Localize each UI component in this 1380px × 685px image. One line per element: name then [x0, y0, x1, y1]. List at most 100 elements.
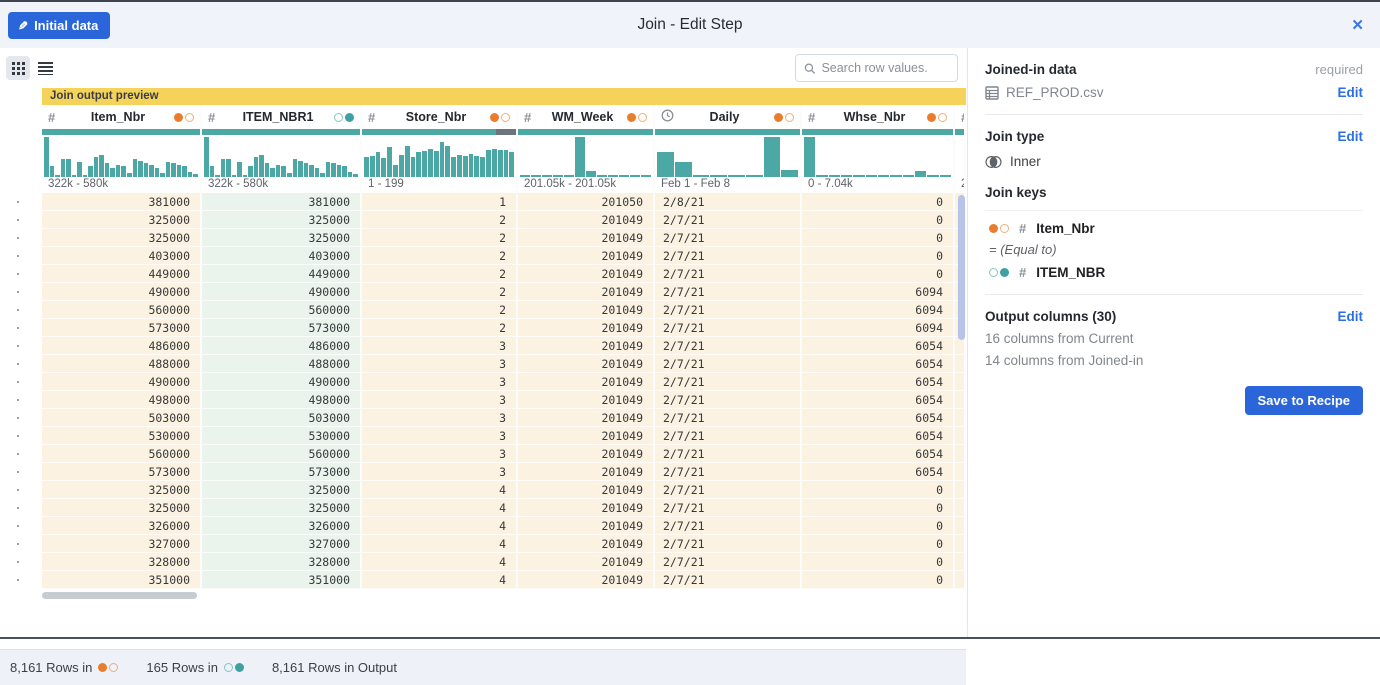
histogram-bar[interactable] — [728, 175, 745, 177]
histogram-bar[interactable] — [498, 150, 503, 177]
histogram-bar[interactable] — [422, 151, 427, 177]
histogram-bar[interactable] — [492, 149, 497, 177]
histogram-bar[interactable] — [88, 166, 93, 177]
column-header[interactable]: #Store_Nbr — [362, 105, 516, 129]
histogram-bar[interactable] — [226, 159, 231, 177]
histogram-bar[interactable] — [428, 149, 433, 177]
column-header[interactable]: #Item_Nbr — [42, 105, 200, 129]
histogram-bar[interactable] — [177, 165, 182, 177]
edit-joined-in-data-link[interactable]: Edit — [1338, 85, 1364, 100]
histogram-bar[interactable] — [265, 163, 270, 177]
histogram-bar[interactable] — [188, 172, 193, 177]
histogram-bar[interactable] — [364, 157, 369, 177]
histogram-bar[interactable] — [127, 173, 132, 177]
row-handle[interactable] — [0, 427, 42, 445]
histogram-bar[interactable] — [337, 165, 342, 177]
histogram-bar[interactable] — [210, 166, 215, 177]
histogram-bar[interactable] — [315, 168, 320, 177]
histogram-bar[interactable] — [393, 165, 398, 177]
histogram-bar[interactable] — [298, 161, 303, 177]
histogram-bar[interactable] — [204, 137, 209, 177]
row-handle[interactable] — [0, 553, 42, 571]
histogram-bar[interactable] — [370, 156, 375, 177]
histogram-bar[interactable] — [171, 163, 176, 177]
histogram-bar[interactable] — [287, 173, 292, 177]
histogram-bar[interactable] — [44, 137, 49, 177]
histogram-bar[interactable] — [866, 175, 877, 177]
histogram-bar[interactable] — [259, 155, 264, 177]
row-handle[interactable] — [0, 445, 42, 463]
row-handle[interactable] — [0, 391, 42, 409]
search-input[interactable] — [821, 61, 949, 75]
vertical-scrollbar[interactable] — [958, 195, 965, 340]
histogram-bar[interactable] — [940, 175, 951, 177]
histogram-bar[interactable] — [915, 171, 926, 177]
histogram-bar[interactable] — [619, 175, 629, 177]
histogram-bar[interactable] — [221, 159, 226, 177]
histogram-bar[interactable] — [457, 155, 462, 177]
histogram-bar[interactable] — [641, 175, 651, 177]
histogram-bar[interactable] — [474, 156, 479, 177]
row-handle[interactable] — [0, 373, 42, 391]
histogram-bar[interactable] — [270, 168, 275, 177]
row-handle[interactable] — [0, 211, 42, 229]
histogram-bar[interactable] — [254, 157, 259, 177]
column-header[interactable]: #R — [955, 105, 966, 129]
histogram-bar[interactable] — [166, 162, 171, 177]
histogram-bar[interactable] — [657, 152, 674, 177]
row-handle[interactable] — [0, 193, 42, 211]
grid-view-button[interactable] — [6, 56, 30, 80]
histogram-bar[interactable] — [94, 157, 99, 177]
row-handle[interactable] — [0, 265, 42, 283]
column-header[interactable]: #WM_Week — [518, 105, 653, 129]
histogram-bar[interactable] — [160, 173, 165, 177]
histogram-bar[interactable] — [509, 152, 514, 177]
histogram-bar[interactable] — [116, 165, 121, 177]
histogram-bar[interactable] — [276, 165, 281, 177]
histogram-bar[interactable] — [411, 157, 416, 177]
histogram-bar[interactable] — [387, 147, 392, 177]
histogram-bar[interactable] — [480, 157, 485, 177]
histogram-bar[interactable] — [675, 162, 692, 177]
column-header[interactable]: Daily — [655, 105, 800, 129]
histogram-bar[interactable] — [804, 137, 815, 177]
close-icon[interactable]: ✕ — [1351, 16, 1364, 34]
row-handle[interactable] — [0, 517, 42, 535]
column-header[interactable]: #Whse_Nbr — [802, 105, 953, 129]
search-box[interactable] — [795, 54, 958, 82]
histogram-bar[interactable] — [304, 163, 309, 177]
histogram-bar[interactable] — [486, 150, 491, 177]
histogram-bar[interactable] — [237, 162, 242, 177]
histogram-bar[interactable] — [853, 175, 864, 177]
histogram-bar[interactable] — [77, 162, 82, 177]
histogram-bar[interactable] — [353, 174, 358, 177]
row-handle[interactable] — [0, 409, 42, 427]
row-handle[interactable] — [0, 499, 42, 517]
histogram-bar[interactable] — [416, 152, 421, 177]
row-handle[interactable] — [0, 481, 42, 499]
edit-join-type-link[interactable]: Edit — [1338, 129, 1364, 144]
histogram-bar[interactable] — [903, 175, 914, 177]
histogram-bar[interactable] — [342, 166, 347, 177]
histogram-bar[interactable] — [326, 162, 331, 177]
row-handle[interactable] — [0, 463, 42, 481]
histogram-bar[interactable] — [451, 157, 456, 177]
histogram-bar[interactable] — [133, 159, 138, 177]
list-view-button[interactable] — [33, 56, 57, 80]
row-handle[interactable] — [0, 301, 42, 319]
histogram-bar[interactable] — [182, 166, 187, 177]
histogram-bar[interactable] — [440, 142, 445, 177]
histogram-bar[interactable] — [331, 163, 336, 177]
histogram-bar[interactable] — [630, 175, 640, 177]
row-handle[interactable] — [0, 337, 42, 355]
row-handle[interactable] — [0, 355, 42, 373]
histogram-bar[interactable] — [121, 166, 126, 177]
save-to-recipe-button[interactable]: Save to Recipe — [1245, 386, 1364, 415]
histogram-bar[interactable] — [469, 154, 474, 177]
histogram-bar[interactable] — [99, 155, 104, 177]
histogram-bar[interactable] — [248, 166, 253, 177]
histogram-bar[interactable] — [463, 156, 468, 177]
row-handle[interactable] — [0, 571, 42, 589]
histogram-bar[interactable] — [293, 159, 298, 177]
histogram-bar[interactable] — [781, 170, 798, 177]
